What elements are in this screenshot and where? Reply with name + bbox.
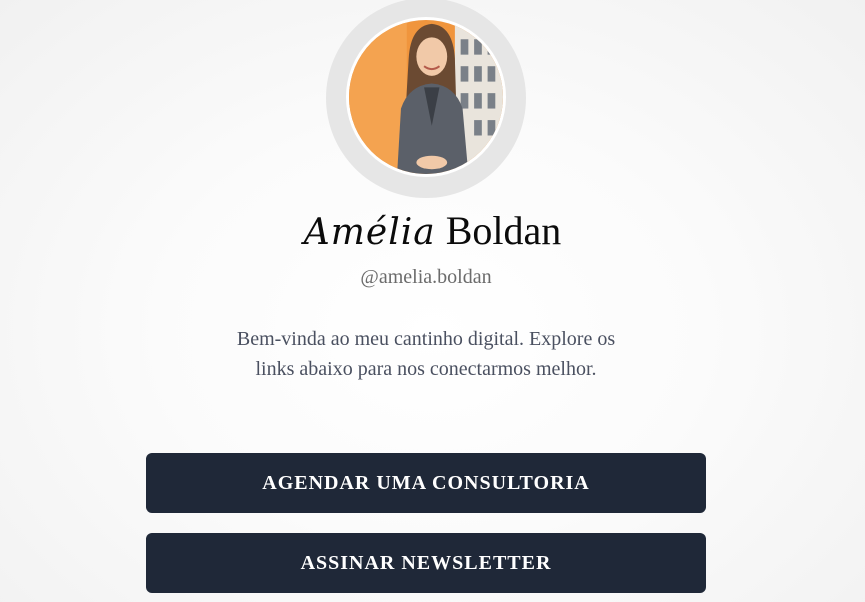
avatar: [346, 17, 506, 177]
profile-name: Amélia Boldan: [0, 206, 865, 258]
profile-first-name: Amélia: [303, 212, 436, 253]
profile-bio: Bem-vinda ao meu cantinho digital. Explo…: [236, 328, 616, 380]
avatar-photo: [349, 20, 503, 174]
profile-handle: @amelia.boldan: [360, 266, 492, 288]
subscribe-newsletter-button[interactable]: ASSINAR NEWSLETTER: [146, 533, 706, 593]
schedule-consulting-button[interactable]: AGENDAR UMA CONSULTORIA: [146, 453, 706, 513]
profile-last-name: Boldan: [445, 208, 562, 253]
